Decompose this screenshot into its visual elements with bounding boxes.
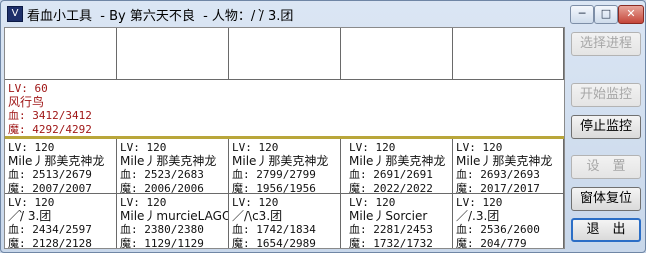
party-member-card: LV: 120 ／/\c3.团 血: 1742/1834 魔: 1654/298…	[229, 194, 341, 248]
target-mp: 魔: 4292/4292	[8, 122, 92, 136]
party-member-card: LV: 120 Mile丿murcieLAGO 血: 2380/2380 魔: …	[117, 194, 229, 248]
member-name: Mile丿Sorcier	[349, 208, 428, 223]
member-mp: 魔: 2128/2128	[8, 236, 92, 249]
member-hp: 血: 2691/2691	[349, 168, 433, 181]
member-level: LV: 120	[456, 196, 503, 209]
stop-monitor-button[interactable]: 停止监控	[571, 115, 641, 139]
member-hp: 血: 1742/1834	[232, 223, 316, 236]
maximize-button[interactable]: □	[594, 5, 618, 24]
member-mp: 魔: 2007/2007	[8, 181, 92, 194]
party-member-card: LV: 120 Mile丿Sorcier 血: 2281/2453 魔: 173…	[341, 194, 453, 248]
member-name: ／/̀ 3.团	[8, 208, 52, 223]
member-mp: 魔: 1956/1956	[232, 181, 316, 194]
party-monitor-grid: LV: 60 风行鸟 血: 3412/3412 魔: 4292/4292 LV:…	[4, 27, 565, 249]
window-title: 看血小工具 - By 第六天不良 - 人物：/ /̀ 3.团	[27, 9, 294, 24]
member-level: LV: 120	[120, 141, 167, 154]
target-name: 风行鸟	[8, 94, 45, 109]
close-button[interactable]: ✕	[618, 5, 644, 24]
member-hp: 血: 2513/2679	[8, 168, 92, 181]
reset-window-button[interactable]: 窗体复位	[571, 187, 641, 211]
title-bar[interactable]: V 看血小工具 - By 第六天不良 - 人物：/ /̀ 3.团 ─ □ ✕	[1, 1, 645, 26]
party-member-card: LV: 120 Mile丿那美克神龙 血: 2799/2799 魔: 1956/…	[229, 139, 341, 194]
exit-button[interactable]: 退 出	[571, 218, 641, 242]
member-level: LV: 120	[456, 141, 503, 154]
member-mp: 魔: 204/779	[456, 236, 527, 249]
party-member-card: LV: 120 Mile丿那美克神龙 血: 2513/2679 魔: 2007/…	[5, 139, 117, 194]
member-name: ／/\c3.团	[232, 208, 283, 223]
party-member-card: LV: 120 Mile丿那美克神龙 血: 2523/2683 魔: 2006/…	[117, 139, 229, 194]
minimize-button[interactable]: ─	[570, 5, 594, 24]
member-level: LV: 120	[349, 141, 396, 154]
member-level: LV: 120	[232, 141, 279, 154]
app-icon[interactable]: V	[7, 6, 23, 22]
target-hp: 血: 3412/3412	[8, 109, 92, 122]
party-member-card: LV: 120 ／/.3.团 血: 2536/2600 魔: 204/779	[453, 194, 564, 248]
app-window: V 看血小工具 - By 第六天不良 - 人物：/ /̀ 3.团 ─ □ ✕ L…	[0, 0, 646, 253]
party-member-card: LV: 120 Mile丿那美克神龙 血: 2691/2691 魔: 2022/…	[341, 139, 453, 194]
target-level: LV: 60	[8, 82, 48, 95]
member-hp: 血: 2799/2799	[232, 168, 316, 181]
member-name: Mile丿那美克神龙	[456, 153, 553, 168]
target-panel: LV: 60 风行鸟 血: 3412/3412 魔: 4292/4292	[5, 80, 564, 136]
member-mp: 魔: 2022/2022	[349, 181, 433, 194]
member-level: LV: 120	[120, 196, 167, 209]
member-level: LV: 120	[232, 196, 279, 209]
start-monitor-button[interactable]: 开始监控	[571, 83, 641, 107]
member-name: Mile丿那美克神龙	[232, 153, 329, 168]
empty-slot-1	[5, 28, 117, 80]
empty-slot-2	[117, 28, 229, 80]
member-hp: 血: 2380/2380	[120, 223, 204, 236]
member-hp: 血: 2536/2600	[456, 223, 540, 236]
member-level: LV: 120	[8, 141, 55, 154]
member-hp: 血: 2434/2597	[8, 223, 92, 236]
select-process-button[interactable]: 选择进程	[571, 32, 641, 56]
party-member-card: LV: 120 Mile丿那美克神龙 血: 2693/2693 魔: 2017/…	[453, 139, 564, 194]
member-mp: 魔: 2006/2006	[120, 181, 204, 194]
member-name: Mile丿那美克神龙	[120, 153, 217, 168]
member-level: LV: 120	[349, 196, 396, 209]
member-name: ／/.3.团	[456, 208, 500, 223]
empty-slot-5	[453, 28, 564, 80]
member-mp: 魔: 1732/1732	[349, 236, 433, 249]
member-mp: 魔: 1654/2989	[232, 236, 316, 249]
member-mp: 魔: 1129/1129	[120, 236, 204, 249]
member-name: Mile丿那美克神龙	[8, 153, 105, 168]
party-member-card: LV: 120 ／/̀ 3.团 血: 2434/2597 魔: 2128/212…	[5, 194, 117, 248]
member-level: LV: 120	[8, 196, 55, 209]
member-mp: 魔: 2017/2017	[456, 181, 540, 194]
empty-slot-4	[341, 28, 453, 80]
member-name: Mile丿murcieLAGO	[120, 208, 229, 223]
member-name: Mile丿那美克神龙	[349, 153, 446, 168]
settings-button[interactable]: 设 置	[571, 155, 641, 179]
empty-slot-3	[229, 28, 341, 80]
member-hp: 血: 2281/2453	[349, 223, 433, 236]
member-hp: 血: 2693/2693	[456, 168, 540, 181]
member-hp: 血: 2523/2683	[120, 168, 204, 181]
